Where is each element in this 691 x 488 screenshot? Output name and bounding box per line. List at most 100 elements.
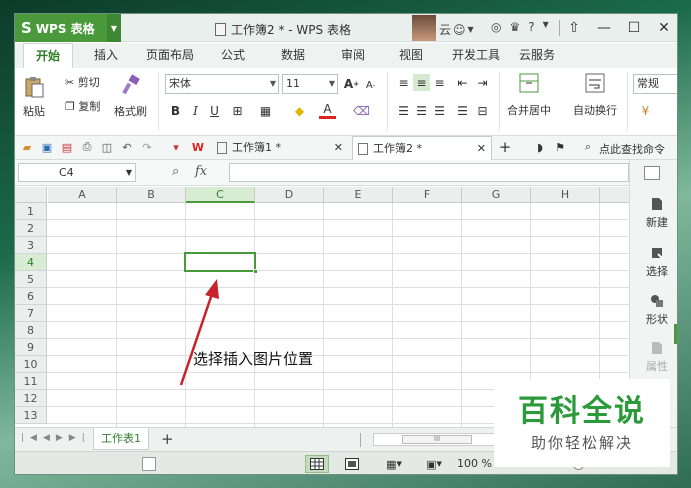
align-top-icon[interactable]: ≡ xyxy=(395,74,412,91)
pane-collapse-handle[interactable] xyxy=(674,324,677,344)
tab-data[interactable]: 数据 xyxy=(281,43,305,68)
eye-protection-button[interactable]: ▣ ▼ xyxy=(417,455,451,473)
redo-icon[interactable]: ↷ xyxy=(140,140,154,154)
number-format-select[interactable]: 常规 xyxy=(633,74,677,94)
upload-icon[interactable]: ⇧ xyxy=(559,14,589,42)
sheet-tab-1[interactable]: 工作表1 xyxy=(93,428,149,450)
reading-mode-button[interactable]: ▦ ▼ xyxy=(377,455,411,473)
help-icon[interactable]: ? xyxy=(528,20,534,34)
column-header-g[interactable]: G xyxy=(462,187,531,203)
select-all-corner[interactable] xyxy=(15,187,47,203)
customize-toolbar-icon[interactable]: ▾ xyxy=(169,140,183,154)
calendar-icon[interactable] xyxy=(142,457,156,471)
italic-button[interactable]: I xyxy=(187,102,204,119)
horizontal-scrollbar[interactable]: III xyxy=(373,433,503,446)
pane-select-button[interactable]: 选择 xyxy=(635,246,677,279)
align-center-icon[interactable]: ☰ xyxy=(413,102,430,119)
underline-button[interactable]: U xyxy=(206,102,223,119)
borders-icon[interactable]: ⊞ xyxy=(229,102,246,119)
new-tab-button[interactable]: + xyxy=(498,138,512,156)
row-header-10[interactable]: 10 xyxy=(15,356,47,373)
save-icon[interactable]: ▣ xyxy=(40,140,54,154)
column-header-a[interactable]: A xyxy=(48,187,117,203)
column-header-c[interactable]: C xyxy=(186,187,255,203)
column-header-f[interactable]: F xyxy=(393,187,462,203)
row-header-13[interactable]: 13 xyxy=(15,407,47,424)
command-search-input[interactable]: 点此查找命令 xyxy=(599,141,665,157)
tab-insert[interactable]: 插入 xyxy=(94,43,118,68)
export-pdf-icon[interactable]: ▤ xyxy=(60,140,74,154)
row-header-6[interactable]: 6 xyxy=(15,288,47,305)
tab-view[interactable]: 视图 xyxy=(399,43,423,68)
tab-home[interactable]: 开始 xyxy=(23,43,74,68)
row-header-5[interactable]: 5 xyxy=(15,271,47,288)
indent-increase-icon[interactable]: ⇥ xyxy=(474,74,491,91)
fill-color-icon[interactable]: ◆ xyxy=(291,102,308,119)
justify-icon[interactable]: ☰ xyxy=(454,102,471,119)
format-painter-button[interactable]: 格式刷 xyxy=(114,74,147,119)
close-button[interactable]: ✕ xyxy=(649,14,677,42)
distribute-icon[interactable]: ⊟ xyxy=(474,102,491,119)
fill-handle[interactable] xyxy=(253,269,258,274)
row-header-12[interactable]: 12 xyxy=(15,390,47,407)
column-header-b[interactable]: B xyxy=(117,187,186,203)
skin-icon[interactable]: ◎ xyxy=(491,20,501,34)
currency-format-icon[interactable]: ¥ xyxy=(637,102,654,119)
undo-icon[interactable]: ↶ xyxy=(120,140,134,154)
document-tab-2[interactable]: 工作簿2 * ✕ xyxy=(352,136,492,160)
clear-format-icon[interactable]: ⌫ xyxy=(353,102,370,119)
wps-app-menu-button[interactable]: S WPS 表格 ▼ xyxy=(15,14,121,42)
formula-input[interactable] xyxy=(229,163,629,182)
tab-page-layout[interactable]: 页面布局 xyxy=(146,43,194,68)
font-shrink-button[interactable]: A- xyxy=(362,77,379,94)
copy-button[interactable]: ❐ 复制 xyxy=(65,98,100,114)
page-break-view-button[interactable] xyxy=(340,455,364,473)
indent-decrease-icon[interactable]: ⇤ xyxy=(454,74,471,91)
row-header-1[interactable]: 1 xyxy=(15,203,47,220)
align-bottom-icon[interactable]: ≡ xyxy=(431,74,448,91)
column-header-d[interactable]: D xyxy=(255,187,324,203)
user-account[interactable]: 云 ☺ ▼ xyxy=(439,21,474,38)
font-color-button[interactable]: A xyxy=(319,102,336,119)
zoom-level[interactable]: 100 % xyxy=(457,457,492,470)
tab-cloud[interactable]: 云服务 xyxy=(519,43,555,68)
font-size-select[interactable]: 11 ▼ xyxy=(282,74,338,94)
close-icon[interactable]: ✕ xyxy=(477,137,486,161)
row-header-4[interactable]: 4 xyxy=(15,254,47,271)
print-preview-icon[interactable]: ◫ xyxy=(100,140,114,154)
cut-button[interactable]: ✂ 剪切 xyxy=(65,74,100,90)
shirt-icon[interactable]: ♛ xyxy=(509,20,520,34)
pane-shape-button[interactable]: 形状 xyxy=(635,294,677,327)
bold-button[interactable]: B xyxy=(167,102,184,119)
selected-cell-c4[interactable] xyxy=(184,252,258,274)
column-header-h[interactable]: H xyxy=(531,187,600,203)
search-icon[interactable]: ⌕ xyxy=(581,140,595,154)
sheet-navigation-icons[interactable]: |◀◀▶▶| xyxy=(21,433,91,443)
row-header-8[interactable]: 8 xyxy=(15,322,47,339)
font-grow-button[interactable]: A + xyxy=(343,75,360,92)
pane-new-button[interactable]: 新建 xyxy=(635,197,677,230)
column-header-e[interactable]: E xyxy=(324,187,393,203)
merge-center-button[interactable]: 合并居中 xyxy=(507,72,551,118)
maximize-button[interactable]: ☐ xyxy=(619,14,649,42)
zoom-search-icon[interactable]: ⌕ xyxy=(172,164,179,179)
row-header-3[interactable]: 3 xyxy=(15,237,47,254)
row-header-9[interactable]: 9 xyxy=(15,339,47,356)
row-header-7[interactable]: 7 xyxy=(15,305,47,322)
tab-developer[interactable]: 开发工具 xyxy=(452,43,500,68)
font-name-select[interactable]: 宋体 ▼ xyxy=(165,74,279,94)
avatar[interactable] xyxy=(412,15,436,41)
tab-list-icon[interactable]: ◗ xyxy=(533,140,547,154)
normal-view-button[interactable] xyxy=(305,455,329,473)
name-box[interactable]: C4 ▼ xyxy=(18,163,136,182)
open-folder-icon[interactable]: ▰ xyxy=(20,140,34,154)
align-right-icon[interactable]: ☰ xyxy=(431,102,448,119)
wrap-text-button[interactable]: 自动换行 xyxy=(573,72,617,118)
column-header-partial[interactable] xyxy=(600,187,629,203)
align-left-icon[interactable]: ☰ xyxy=(395,102,412,119)
row-header-11[interactable]: 11 xyxy=(15,373,47,390)
tab-formulas[interactable]: 公式 xyxy=(221,43,245,68)
chevron-down-icon[interactable]: ▼ xyxy=(107,14,121,42)
chevron-down-icon[interactable]: ▼ xyxy=(543,20,549,34)
fill-pattern-icon[interactable]: ▦ xyxy=(257,102,274,119)
